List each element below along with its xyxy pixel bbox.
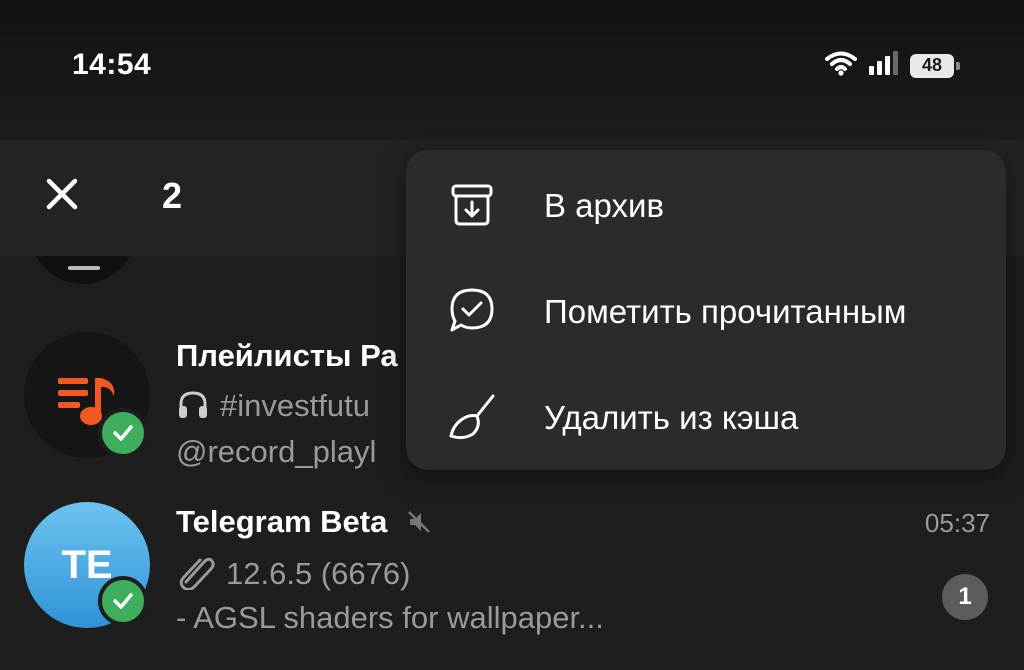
status-icons: 48 xyxy=(824,50,960,81)
menu-item-archive[interactable]: В архив xyxy=(406,152,1006,258)
chat-title: Плейлисты Ра xyxy=(176,338,398,373)
status-bar: 14:54 48 xyxy=(0,0,1024,140)
status-time: 14:54 xyxy=(72,48,152,81)
chat-preview-line-2: @record_playl xyxy=(176,434,377,469)
menu-item-mark-read[interactable]: Пометить прочитанным xyxy=(406,258,1006,364)
close-icon xyxy=(46,178,78,210)
menu-item-label: Пометить прочитанным xyxy=(544,293,907,330)
wifi-icon xyxy=(824,50,858,81)
battery-indicator: 48 xyxy=(910,53,960,78)
cellular-signal-icon xyxy=(868,50,900,81)
avatar-initials: TE xyxy=(61,542,113,587)
selected-check-icon xyxy=(98,408,148,458)
read-chat-icon xyxy=(446,285,498,337)
chat-title-text: Telegram Beta xyxy=(176,504,388,539)
chat-preview-line-1: #investfutu xyxy=(176,388,370,424)
chat-preview-text: 12.6.5 (6676) xyxy=(226,556,411,591)
chat-avatar-partial[interactable] xyxy=(30,256,136,284)
attachment-icon xyxy=(179,557,215,591)
chat-preview-text: #investfutu xyxy=(220,388,370,423)
headphones-icon xyxy=(179,391,207,418)
selected-check-icon xyxy=(98,576,148,626)
chat-preview-line-2: - AGSL shaders for wallpaper... xyxy=(176,600,604,635)
archive-icon xyxy=(446,179,498,231)
chat-row-telegram-beta[interactable]: TE Telegram Beta 05:37 12.6.5 (6676) - A… xyxy=(0,490,1024,658)
avatar-logo-mark xyxy=(68,266,100,270)
menu-item-clear-cache[interactable]: Удалить из кэша xyxy=(406,364,1006,470)
close-selection-button[interactable] xyxy=(40,172,84,216)
chat-time: 05:37 xyxy=(924,508,990,538)
chat-context-menu: В архив Пометить прочитанным Удалить из … xyxy=(406,150,1006,470)
broom-icon xyxy=(446,391,498,443)
chat-title: Telegram Beta xyxy=(176,504,432,540)
chat-preview-line-1: 12.6.5 (6676) xyxy=(176,554,410,592)
menu-item-label: В архив xyxy=(544,187,664,224)
unread-badge: 1 xyxy=(942,574,988,620)
muted-icon xyxy=(408,511,430,533)
menu-item-label: Удалить из кэша xyxy=(544,399,799,436)
selected-count: 2 xyxy=(162,175,183,216)
